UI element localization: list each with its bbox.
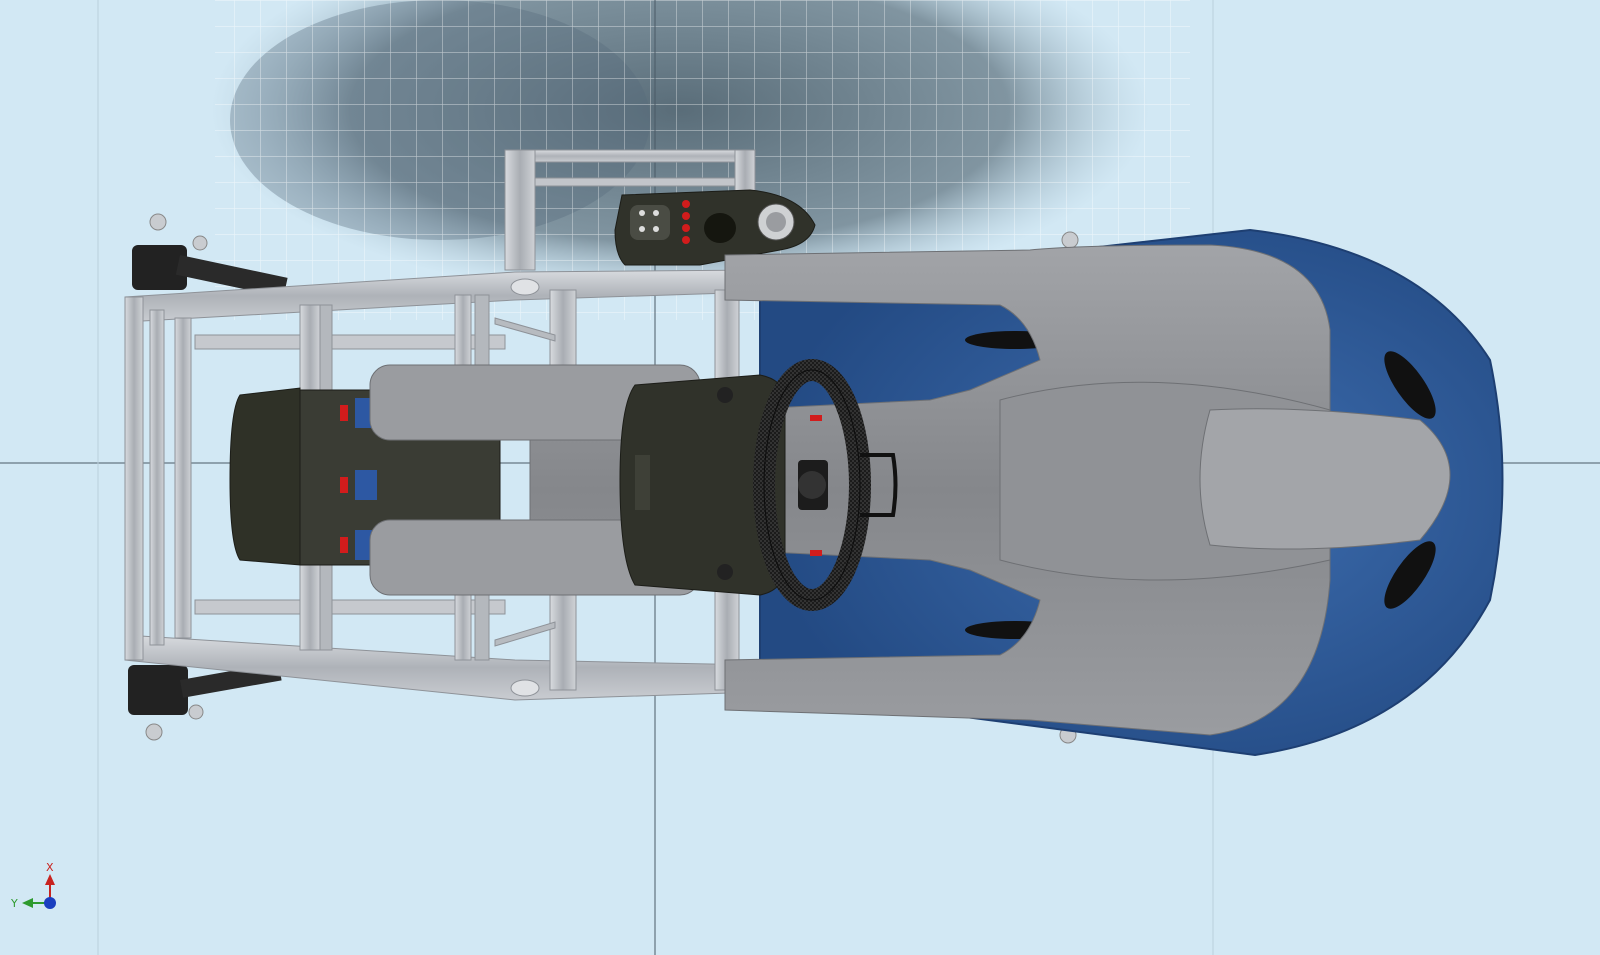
3d-viewport[interactable]: X Y (0, 0, 1600, 955)
coordinate-triad (22, 874, 56, 909)
triad-y-label: Y (11, 897, 18, 910)
model-scene[interactable] (0, 0, 1600, 955)
triad-x-label: X (46, 861, 54, 874)
